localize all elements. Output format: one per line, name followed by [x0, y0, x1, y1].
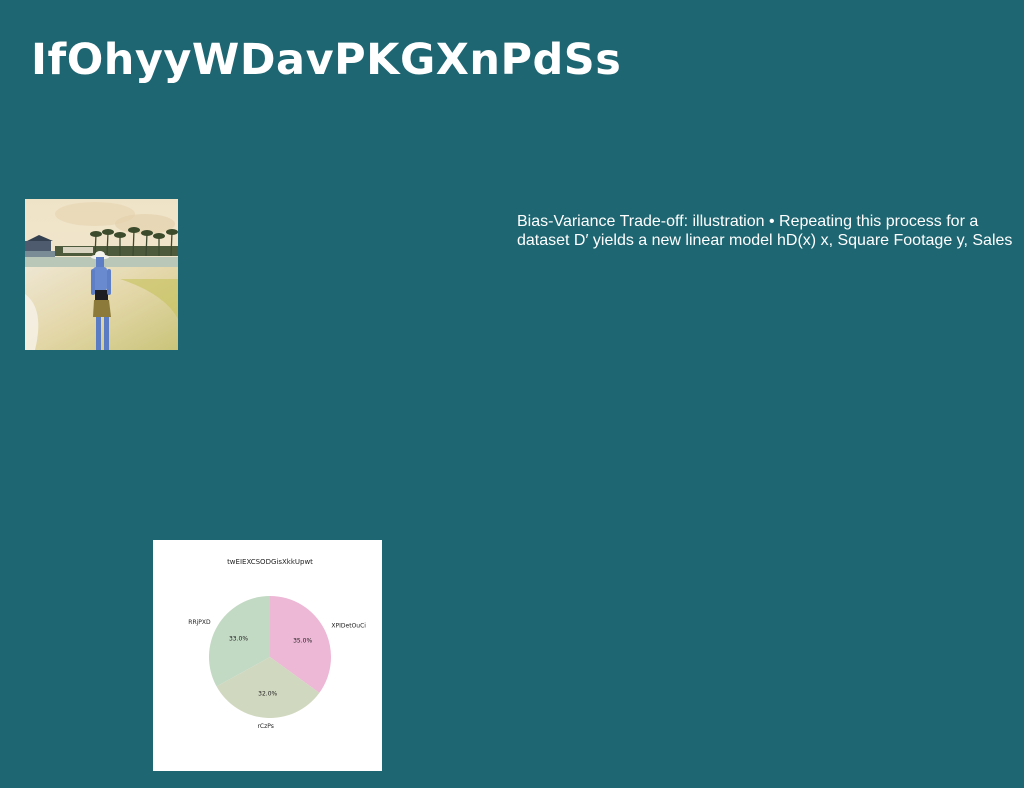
caption-text: Bias-Variance Trade-off: illustration • … — [517, 213, 1013, 249]
pie-category-label: RRjPXD — [188, 619, 211, 626]
pie-pct-label: 33.0% — [229, 635, 248, 642]
page-title: IfOhyyWDavPKGXnPdSs — [31, 35, 622, 85]
pie-pct-label: 35.0% — [293, 637, 312, 644]
pie-category-label: rCzPs — [257, 723, 273, 730]
beach-photo — [25, 199, 178, 350]
pie-chart: twEIEXCSODGisXkkUpwt 35.0% XPIDetOuCi 32.0… — [153, 540, 382, 771]
pie-category-label: XPIDetOuCi — [331, 623, 366, 630]
chart-title: twEIEXCSODGisXkkUpwt — [227, 558, 313, 566]
pie-pct-label: 32.0% — [258, 691, 277, 698]
